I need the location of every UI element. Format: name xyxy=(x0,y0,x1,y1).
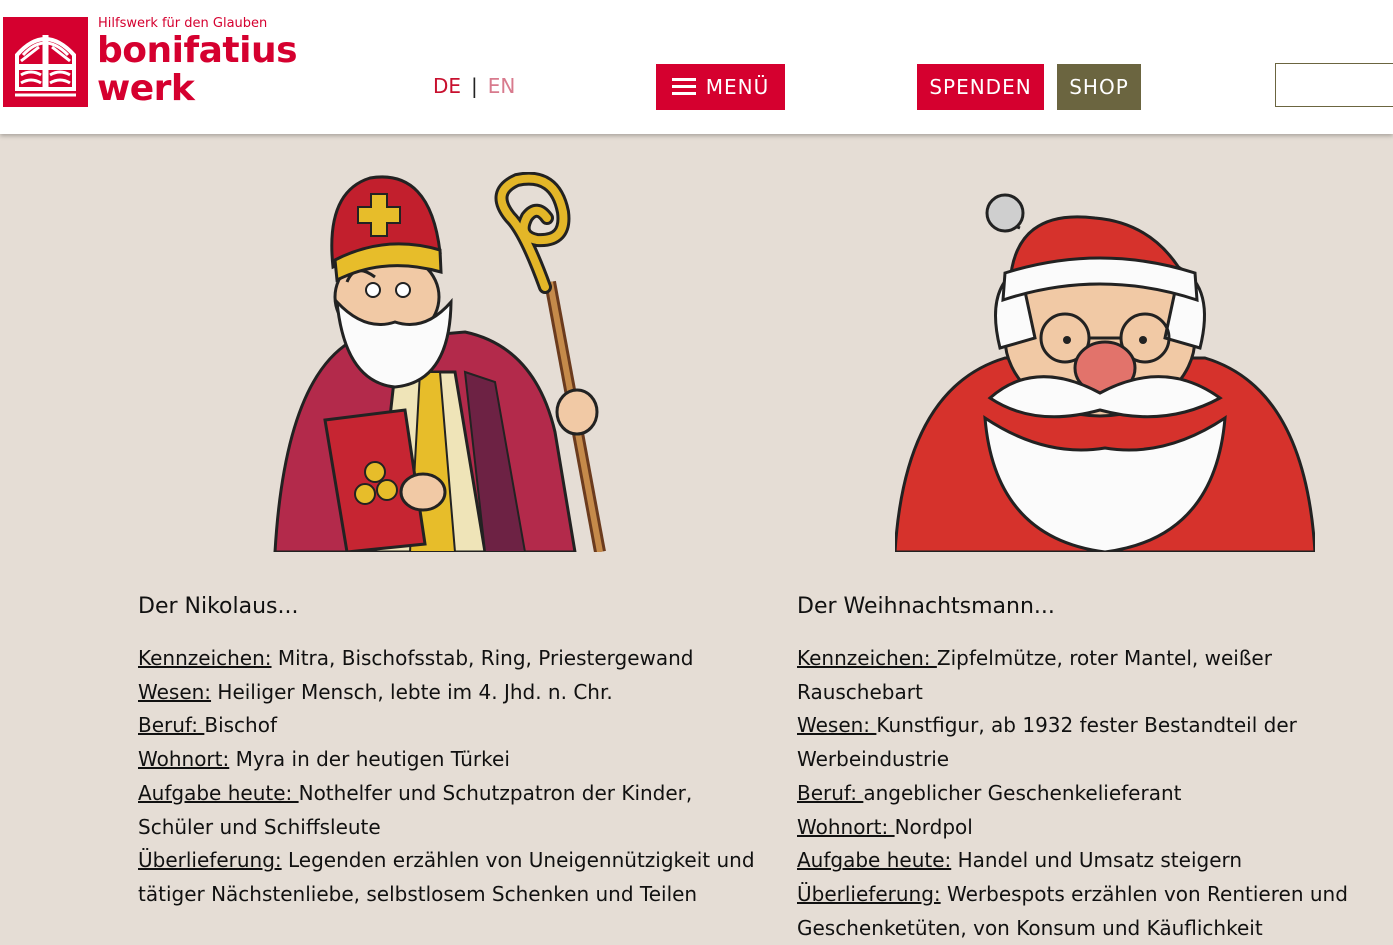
bonifatiuswerk-logo-icon xyxy=(3,17,88,107)
shop-button[interactable]: SHOP xyxy=(1057,64,1141,110)
lang-en-link[interactable]: EN xyxy=(488,74,516,98)
weihnachtsmann-label-ueberlieferung: Überlieferung: xyxy=(797,881,941,906)
weihnachtsmann-item-beruf: Beruf: angeblicher Geschenkelieferant xyxy=(797,777,1387,811)
language-switcher: DE | EN xyxy=(433,74,515,98)
lang-separator: | xyxy=(471,74,478,98)
nikolaus-label-wohnort: Wohnort: xyxy=(138,747,230,772)
donate-button[interactable]: SPENDEN xyxy=(917,64,1044,110)
weihnachtsmann-label-wesen: Wesen: xyxy=(797,713,877,738)
menu-button-label: MENÜ xyxy=(705,75,770,99)
nikolaus-value-wesen: Heiliger Mensch, lebte im 4. Jhd. n. Chr… xyxy=(211,679,613,704)
weihnachtsmann-illustration xyxy=(893,188,1317,554)
logo-wordmark: bonifatius werk xyxy=(97,30,298,109)
nikolaus-label-beruf: Beruf: xyxy=(138,713,205,738)
weihnachtsmann-label-aufgabe: Aufgabe heute: xyxy=(797,848,952,873)
nikolaus-illustration xyxy=(255,171,610,554)
weihnachtsmann-label-wohnort: Wohnort: xyxy=(797,814,895,839)
weihnachtsmann-item-ueberlieferung: Überlieferung: Werbespots erzählen von R… xyxy=(797,878,1387,945)
lang-de-link[interactable]: DE xyxy=(433,74,461,98)
nikolaus-value-kennzeichen: Mitra, Bischofsstab, Ring, Priestergewan… xyxy=(271,646,694,670)
menu-button[interactable]: MENÜ xyxy=(656,64,785,110)
weihnachtsmann-item-wesen: Wesen: Kunstfigur, ab 1932 fester Bestan… xyxy=(797,709,1387,776)
weihnachtsmann-item-aufgabe: Aufgabe heute: Handel und Umsatz steiger… xyxy=(797,844,1387,878)
nikolaus-label-kennzeichen: Kennzeichen: xyxy=(138,646,272,670)
nikolaus-item-kennzeichen: Kennzeichen: Mitra, Bischofsstab, Ring, … xyxy=(138,642,768,676)
weihnachtsmann-item-kennzeichen: Kennzeichen: Zipfelmütze, roter Mantel, … xyxy=(797,642,1387,709)
search-input[interactable] xyxy=(1275,63,1393,107)
logo-tagline: Hilfswerk für den Glauben xyxy=(98,16,268,31)
nikolaus-label-ueberlieferung: Überlieferung: xyxy=(138,848,282,873)
weihnachtsmann-label-beruf: Beruf: xyxy=(797,780,864,805)
nikolaus-item-beruf: Beruf: Bischof xyxy=(138,709,768,743)
site-header: Hilfswerk für den Glauben bonifatius wer… xyxy=(0,0,1393,134)
nikolaus-item-wesen: Wesen: Heiliger Mensch, lebte im 4. Jhd.… xyxy=(138,676,768,710)
nikolaus-value-beruf: Bischof xyxy=(204,713,278,738)
weihnachtsmann-title: Der Weihnachtsmann... xyxy=(797,594,1055,619)
weihnachtsmann-column: Der Weihnachtsmann... Kennzeichen: Zipfe… xyxy=(797,590,1387,945)
nikolaus-label-aufgabe: Aufgabe heute: xyxy=(138,780,299,805)
nikolaus-column: Der Nikolaus... Kennzeichen: Mitra, Bisc… xyxy=(138,590,768,912)
nikolaus-label-wesen: Wesen: xyxy=(138,679,212,704)
logo-wordmark-line2: werk xyxy=(97,68,195,109)
nikolaus-item-ueberlieferung: Überlieferung: Legenden erzählen von Une… xyxy=(138,844,768,911)
weihnachtsmann-label-kennzeichen: Kennzeichen: xyxy=(797,646,937,670)
logo-wordmark-line1: bonifatius xyxy=(97,30,298,71)
weihnachtsmann-value-aufgabe: Handel und Umsatz steigern xyxy=(951,848,1243,873)
weihnachtsmann-value-beruf: angeblicher Geschenkelieferant xyxy=(863,780,1182,805)
hamburger-icon xyxy=(671,78,696,96)
nikolaus-item-wohnort: Wohnort: Myra in der heutigen Türkei xyxy=(138,743,768,777)
weihnachtsmann-item-wohnort: Wohnort: Nordpol xyxy=(797,811,1387,845)
nikolaus-title: Der Nikolaus... xyxy=(138,594,299,619)
weihnachtsmann-value-wohnort: Nordpol xyxy=(894,814,973,839)
nikolaus-item-aufgabe: Aufgabe heute: Nothelfer und Schutzpatro… xyxy=(138,777,768,844)
nikolaus-value-wohnort: Myra in der heutigen Türkei xyxy=(229,747,510,772)
